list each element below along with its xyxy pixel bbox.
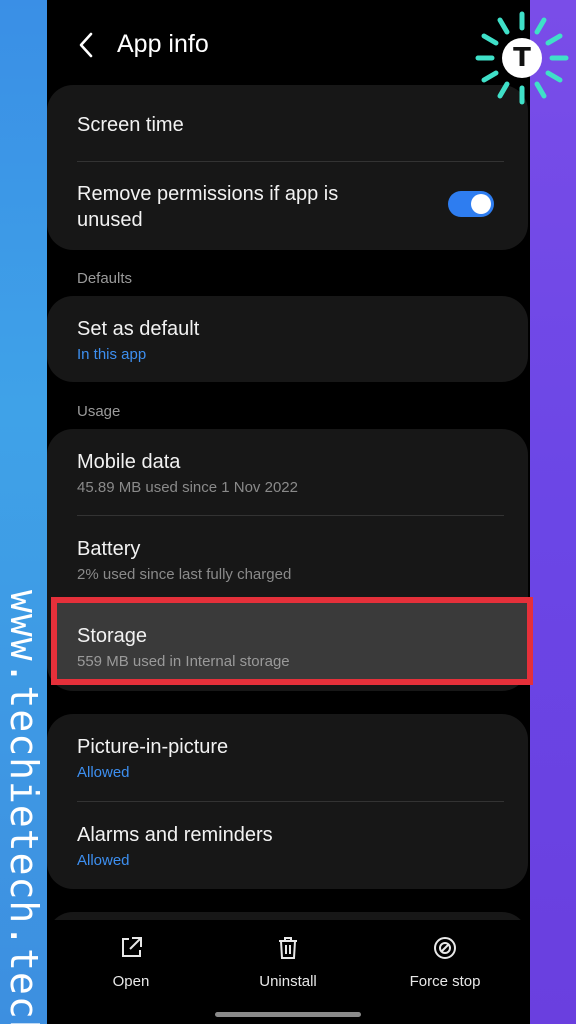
uninstall-label: Uninstall — [259, 973, 317, 990]
storage-label: Storage — [77, 625, 148, 647]
back-arrow-icon — [79, 32, 93, 58]
alarms-item[interactable]: Alarms and reminders Allowed — [47, 802, 528, 889]
battery-sub: 2% used since last fully charged — [77, 566, 292, 583]
remove-permissions-toggle[interactable] — [448, 191, 494, 217]
uninstall-button[interactable]: Uninstall — [228, 935, 348, 990]
mobile-data-label: Mobile data — [77, 451, 181, 473]
set-as-default-sub: In this app — [77, 346, 147, 363]
picture-in-picture-sub: Allowed — [77, 764, 130, 781]
home-indicator[interactable] — [215, 1012, 361, 1017]
battery-item[interactable]: Battery 2% used since last fully charged — [47, 516, 528, 603]
battery-label: Battery — [77, 538, 141, 560]
toggle-knob — [471, 194, 491, 214]
storage-item[interactable]: Storage 559 MB used in Internal storage — [51, 597, 533, 685]
back-button[interactable] — [73, 28, 101, 62]
block-icon — [434, 937, 456, 959]
set-as-default-item[interactable]: Set as default In this app — [47, 296, 528, 382]
mobile-data-sub: 45.89 MB used since 1 Nov 2022 — [77, 479, 298, 496]
storage-sub: 559 MB used in Internal storage — [77, 653, 290, 670]
screen-time-item[interactable]: Screen time — [47, 85, 528, 163]
app-bar: App info — [47, 20, 530, 70]
open-external-icon — [122, 937, 142, 957]
alarms-sub: Allowed — [77, 852, 130, 869]
screen-time-label: Screen time — [77, 114, 184, 136]
permissions-card: Screen time Remove permissions if app is… — [47, 85, 528, 250]
trash-icon — [279, 937, 297, 959]
mobile-data-item[interactable]: Mobile data 45.89 MB used since 1 Nov 20… — [47, 429, 528, 516]
picture-in-picture-item[interactable]: Picture-in-picture Allowed — [47, 714, 528, 801]
watermark-text: www.techietech.tech — [2, 590, 46, 1024]
defaults-card: Set as default In this app — [47, 296, 528, 382]
page-title: App info — [117, 30, 209, 58]
brand-logo: T — [472, 8, 572, 108]
remove-permissions-label: Remove permissions if app is unused — [77, 183, 339, 231]
picture-in-picture-label: Picture-in-picture — [77, 736, 229, 758]
remove-permissions-item[interactable]: Remove permissions if app is unused — [47, 163, 528, 250]
open-button[interactable]: Open — [71, 935, 191, 990]
set-as-default-label: Set as default — [77, 318, 200, 340]
advanced-card: Picture-in-picture Allowed Alarms and re… — [47, 714, 528, 889]
app-info-screen: App info Screen time Remove permissions … — [47, 0, 533, 1024]
force-stop-label: Force stop — [409, 973, 481, 990]
force-stop-button[interactable]: Force stop — [385, 935, 505, 990]
divider — [77, 161, 504, 162]
section-usage: Usage — [77, 403, 121, 420]
alarms-label: Alarms and reminders — [77, 824, 273, 846]
right-brand-bar — [530, 0, 576, 1024]
open-label: Open — [112, 973, 150, 990]
section-defaults: Defaults — [77, 270, 133, 287]
logo-letter: T — [502, 38, 542, 78]
